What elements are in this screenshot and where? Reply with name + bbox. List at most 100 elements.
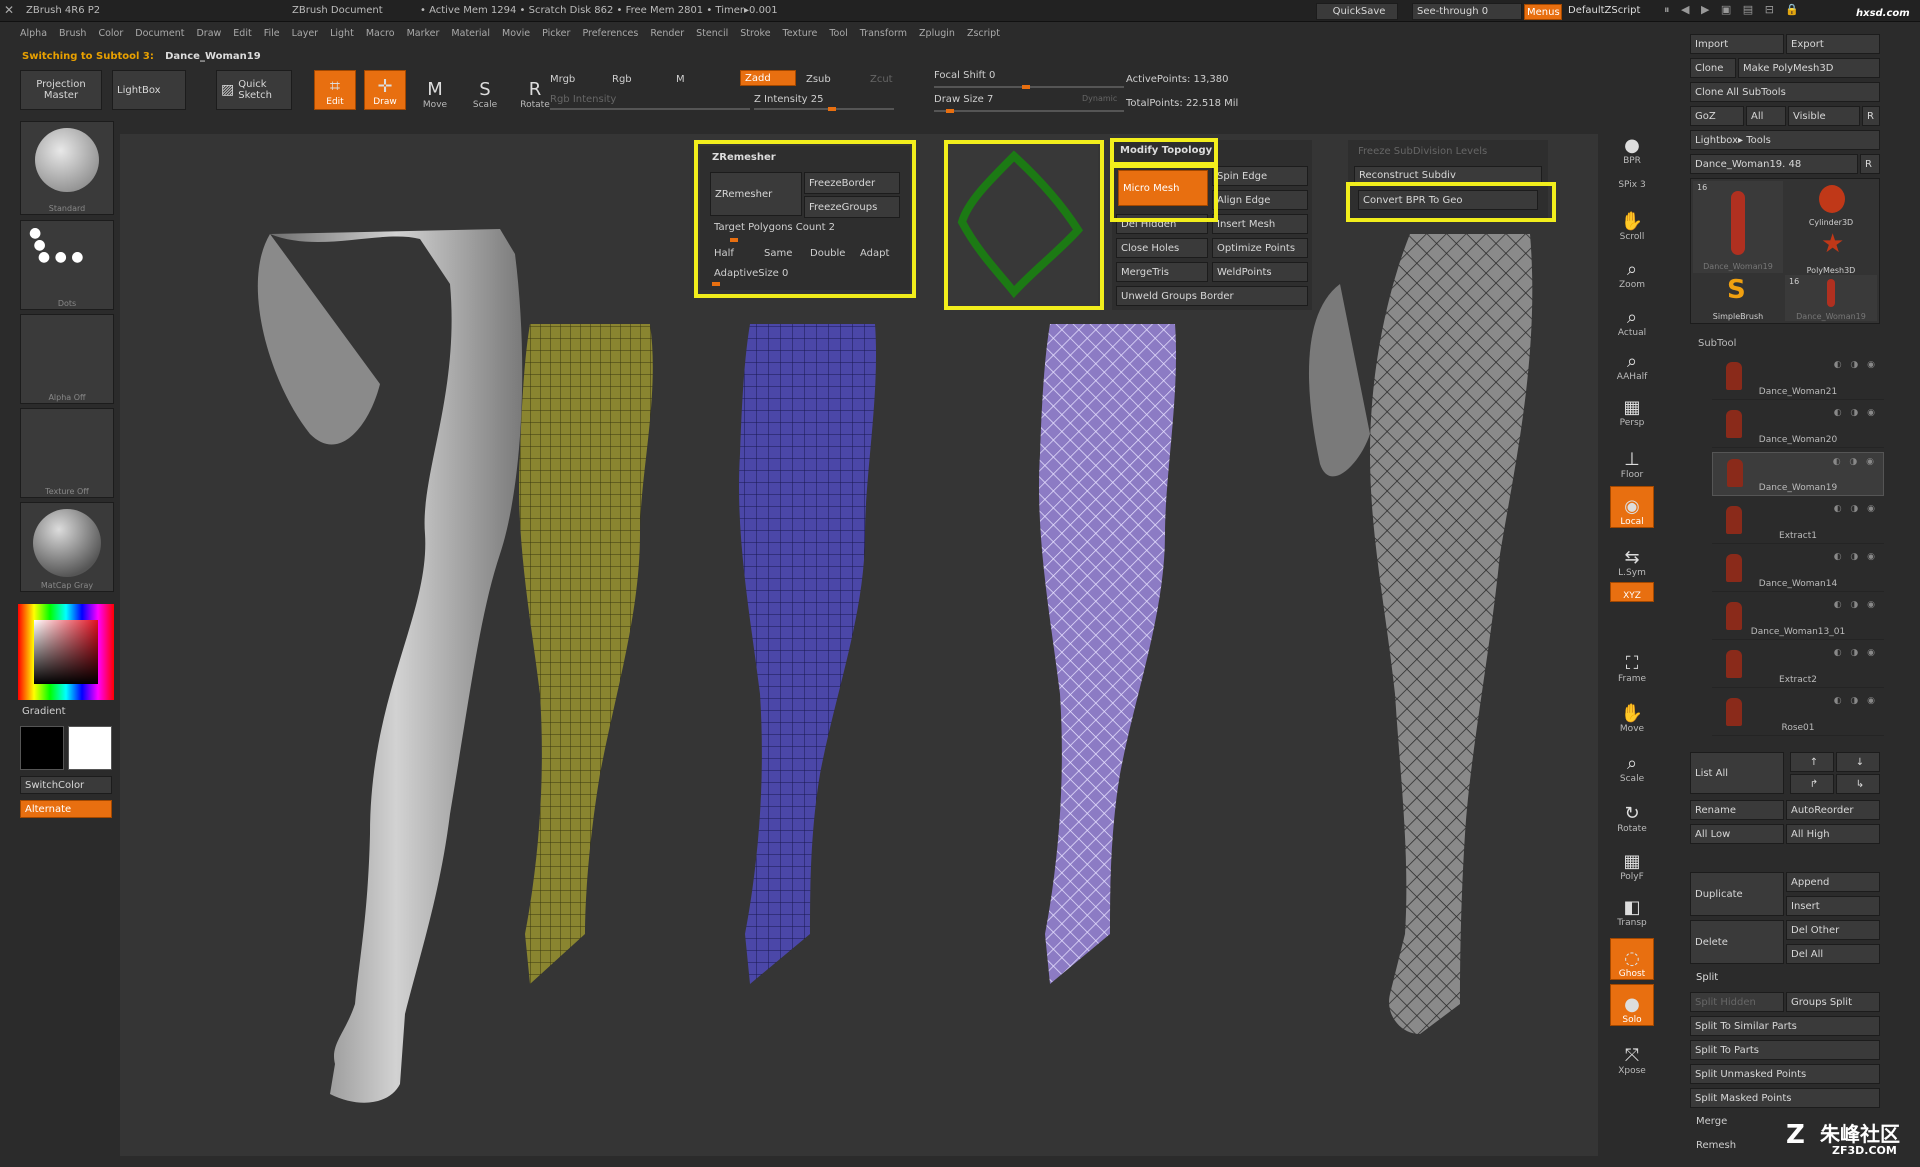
weldpoints-button[interactable]: WeldPoints — [1212, 262, 1308, 282]
split-similar-parts-button[interactable]: Split To Similar Parts — [1690, 1016, 1880, 1036]
tool-xpose[interactable]: ⤧ Xpose — [1610, 1034, 1654, 1077]
window-controls-icon[interactable]: ⏸ ◀ ▶ ▣ ▤ ⊟ 🔒 — [1664, 3, 1803, 17]
tool-scroll[interactable]: ✋ Scroll — [1610, 200, 1654, 243]
menu-alpha[interactable]: Alpha — [20, 28, 47, 39]
del-all-button[interactable]: Del All — [1786, 944, 1880, 964]
menu-layer[interactable]: Layer — [292, 28, 319, 39]
del-other-button[interactable]: Del Other — [1786, 920, 1880, 940]
menu-tool[interactable]: Tool — [829, 28, 847, 39]
draw-button[interactable]: ✛ Draw — [364, 70, 406, 110]
tool-move[interactable]: ✋ Move — [1610, 692, 1654, 735]
default-zscript[interactable]: DefaultZScript — [1568, 5, 1640, 16]
menu-stroke[interactable]: Stroke — [740, 28, 770, 39]
tool-spix-3[interactable]: SPix 3 — [1610, 170, 1654, 190]
lightbox-button[interactable]: LightBox — [112, 70, 186, 110]
subtool-visibility-icon[interactable]: ◐ ◑ ◉ — [1833, 457, 1877, 467]
all-low-button[interactable]: All Low — [1690, 824, 1784, 844]
clone-all-subtools-button[interactable]: Clone All SubTools — [1690, 82, 1880, 102]
subtool-row[interactable]: ◐ ◑ ◉ Dance_Woman14 — [1712, 548, 1884, 592]
subtool-row[interactable]: ◐ ◑ ◉ Dance_Woman19 — [1712, 452, 1884, 496]
texture-picker[interactable]: Texture Off — [20, 408, 114, 498]
tool-ghost[interactable]: ◌ Ghost — [1610, 938, 1654, 980]
import-button[interactable]: Import — [1690, 34, 1784, 54]
menu-stencil[interactable]: Stencil — [696, 28, 728, 39]
alternate-button[interactable]: Alternate — [20, 800, 112, 818]
secondary-color-swatch[interactable] — [68, 726, 112, 770]
tool-scale[interactable]: ⌕ Scale — [1610, 742, 1654, 785]
menu-document[interactable]: Document — [135, 28, 184, 39]
make-polymesh-button[interactable]: Make PolyMesh3D — [1738, 58, 1880, 78]
tool-thumb-dance[interactable]: 16 Dance_Woman19 — [1693, 181, 1783, 273]
subtool-visibility-icon[interactable]: ◐ ◑ ◉ — [1834, 648, 1878, 658]
dynamic-toggle[interactable]: Dynamic — [1082, 94, 1117, 103]
rgb-toggle[interactable]: Rgb — [612, 74, 632, 85]
move-bottom-arrow-icon[interactable]: ↳ — [1836, 774, 1880, 794]
draw-size-slider[interactable]: Draw Size 7 — [934, 94, 993, 105]
freeze-subdivision-levels-button[interactable]: Freeze SubDivision Levels — [1358, 146, 1487, 157]
optimize-points-button[interactable]: Optimize Points — [1212, 238, 1308, 258]
move-up-arrow-icon[interactable]: ↑ — [1790, 752, 1834, 772]
switchcolor-button[interactable]: SwitchColor — [20, 776, 112, 794]
split-header[interactable]: Split — [1696, 972, 1718, 983]
zadd-toggle[interactable]: Zadd — [740, 70, 796, 86]
close-holes-button[interactable]: Close Holes — [1116, 238, 1208, 258]
primary-color-swatch[interactable] — [20, 726, 64, 770]
lightbox-tools-button[interactable]: Lightbox▸ Tools — [1690, 130, 1880, 150]
tool-aahalf[interactable]: ⌕ AAHalf — [1610, 340, 1654, 383]
scale-button[interactable]: S Scale — [464, 70, 506, 111]
goz-button[interactable]: GoZ — [1690, 106, 1744, 126]
unweld-groups-border-button[interactable]: Unweld Groups Border — [1116, 286, 1308, 306]
tool-thumb-polymesh[interactable]: ★ PolyMesh3D — [1785, 229, 1877, 275]
groups-split-button[interactable]: Groups Split — [1786, 992, 1880, 1012]
menu-material[interactable]: Material — [451, 28, 490, 39]
goz-visible-button[interactable]: Visible — [1788, 106, 1860, 126]
subtool-visibility-icon[interactable]: ◐ ◑ ◉ — [1834, 696, 1878, 706]
zcut-toggle[interactable]: Zcut — [870, 74, 893, 85]
gradient-label[interactable]: Gradient — [22, 706, 66, 717]
edit-button[interactable]: ⌗ Edit — [314, 70, 356, 110]
all-high-button[interactable]: All High — [1786, 824, 1880, 844]
subtool-visibility-icon[interactable]: ◐ ◑ ◉ — [1834, 360, 1878, 370]
menu-color[interactable]: Color — [98, 28, 123, 39]
subtool-visibility-icon[interactable]: ◐ ◑ ◉ — [1834, 600, 1878, 610]
menu-marker[interactable]: Marker — [407, 28, 440, 39]
tool-bpr[interactable]: ● BPR — [1610, 124, 1654, 167]
menu-file[interactable]: File — [264, 28, 280, 39]
subtool-row[interactable]: ◐ ◑ ◉ Extract1 — [1712, 500, 1884, 544]
see-through-slider[interactable]: See-through 0 — [1412, 3, 1522, 20]
current-tool-slider[interactable]: Dance_Woman19. 48 — [1690, 154, 1858, 174]
tool-floor[interactable]: ⊥ Floor — [1610, 438, 1654, 481]
tool-polyf[interactable]: ▦ PolyF — [1610, 840, 1654, 883]
tool-thumb-cylinder[interactable]: Cylinder3D — [1785, 181, 1877, 227]
menu-edit[interactable]: Edit — [233, 28, 251, 39]
split-hidden-button[interactable]: Split Hidden — [1690, 992, 1784, 1012]
tool-transp[interactable]: ◧ Transp — [1610, 886, 1654, 929]
brush-picker[interactable]: Standard — [20, 121, 114, 215]
menu-light[interactable]: Light — [330, 28, 354, 39]
quicksave-button[interactable]: QuickSave — [1316, 3, 1398, 20]
stroke-picker[interactable]: ● ● ● ● ● Dots — [20, 220, 114, 310]
subtool-row[interactable]: ◐ ◑ ◉ Dance_Woman20 — [1712, 404, 1884, 448]
menu-render[interactable]: Render — [650, 28, 684, 39]
menu-transform[interactable]: Transform — [860, 28, 907, 39]
goz-r-button[interactable]: R — [1862, 106, 1880, 126]
subtool-visibility-icon[interactable]: ◐ ◑ ◉ — [1834, 552, 1878, 562]
menu-macro[interactable]: Macro — [366, 28, 395, 39]
mrgb-toggle[interactable]: Mrgb — [550, 74, 575, 85]
export-button[interactable]: Export — [1786, 34, 1880, 54]
color-picker[interactable] — [18, 604, 114, 700]
tool-persp[interactable]: ▦ Persp — [1610, 386, 1654, 429]
duplicate-button[interactable]: Duplicate — [1690, 872, 1784, 916]
subtool-header[interactable]: SubTool — [1698, 338, 1736, 349]
split-to-parts-button[interactable]: Split To Parts — [1690, 1040, 1880, 1060]
tool-actual[interactable]: ⌕ Actual — [1610, 296, 1654, 339]
menu-brush[interactable]: Brush — [59, 28, 86, 39]
clone-button[interactable]: Clone — [1690, 58, 1736, 78]
menu-picker[interactable]: Picker — [542, 28, 570, 39]
merge-header[interactable]: Merge — [1696, 1116, 1727, 1127]
subtool-row[interactable]: ◐ ◑ ◉ Extract2 — [1712, 644, 1884, 688]
tool-thumb-simplebrush[interactable]: S SimpleBrush — [1693, 275, 1783, 321]
split-masked-button[interactable]: Split Masked Points — [1690, 1088, 1880, 1108]
split-unmasked-button[interactable]: Split Unmasked Points — [1690, 1064, 1880, 1084]
tool-xyz[interactable]: XYZ — [1610, 582, 1654, 602]
